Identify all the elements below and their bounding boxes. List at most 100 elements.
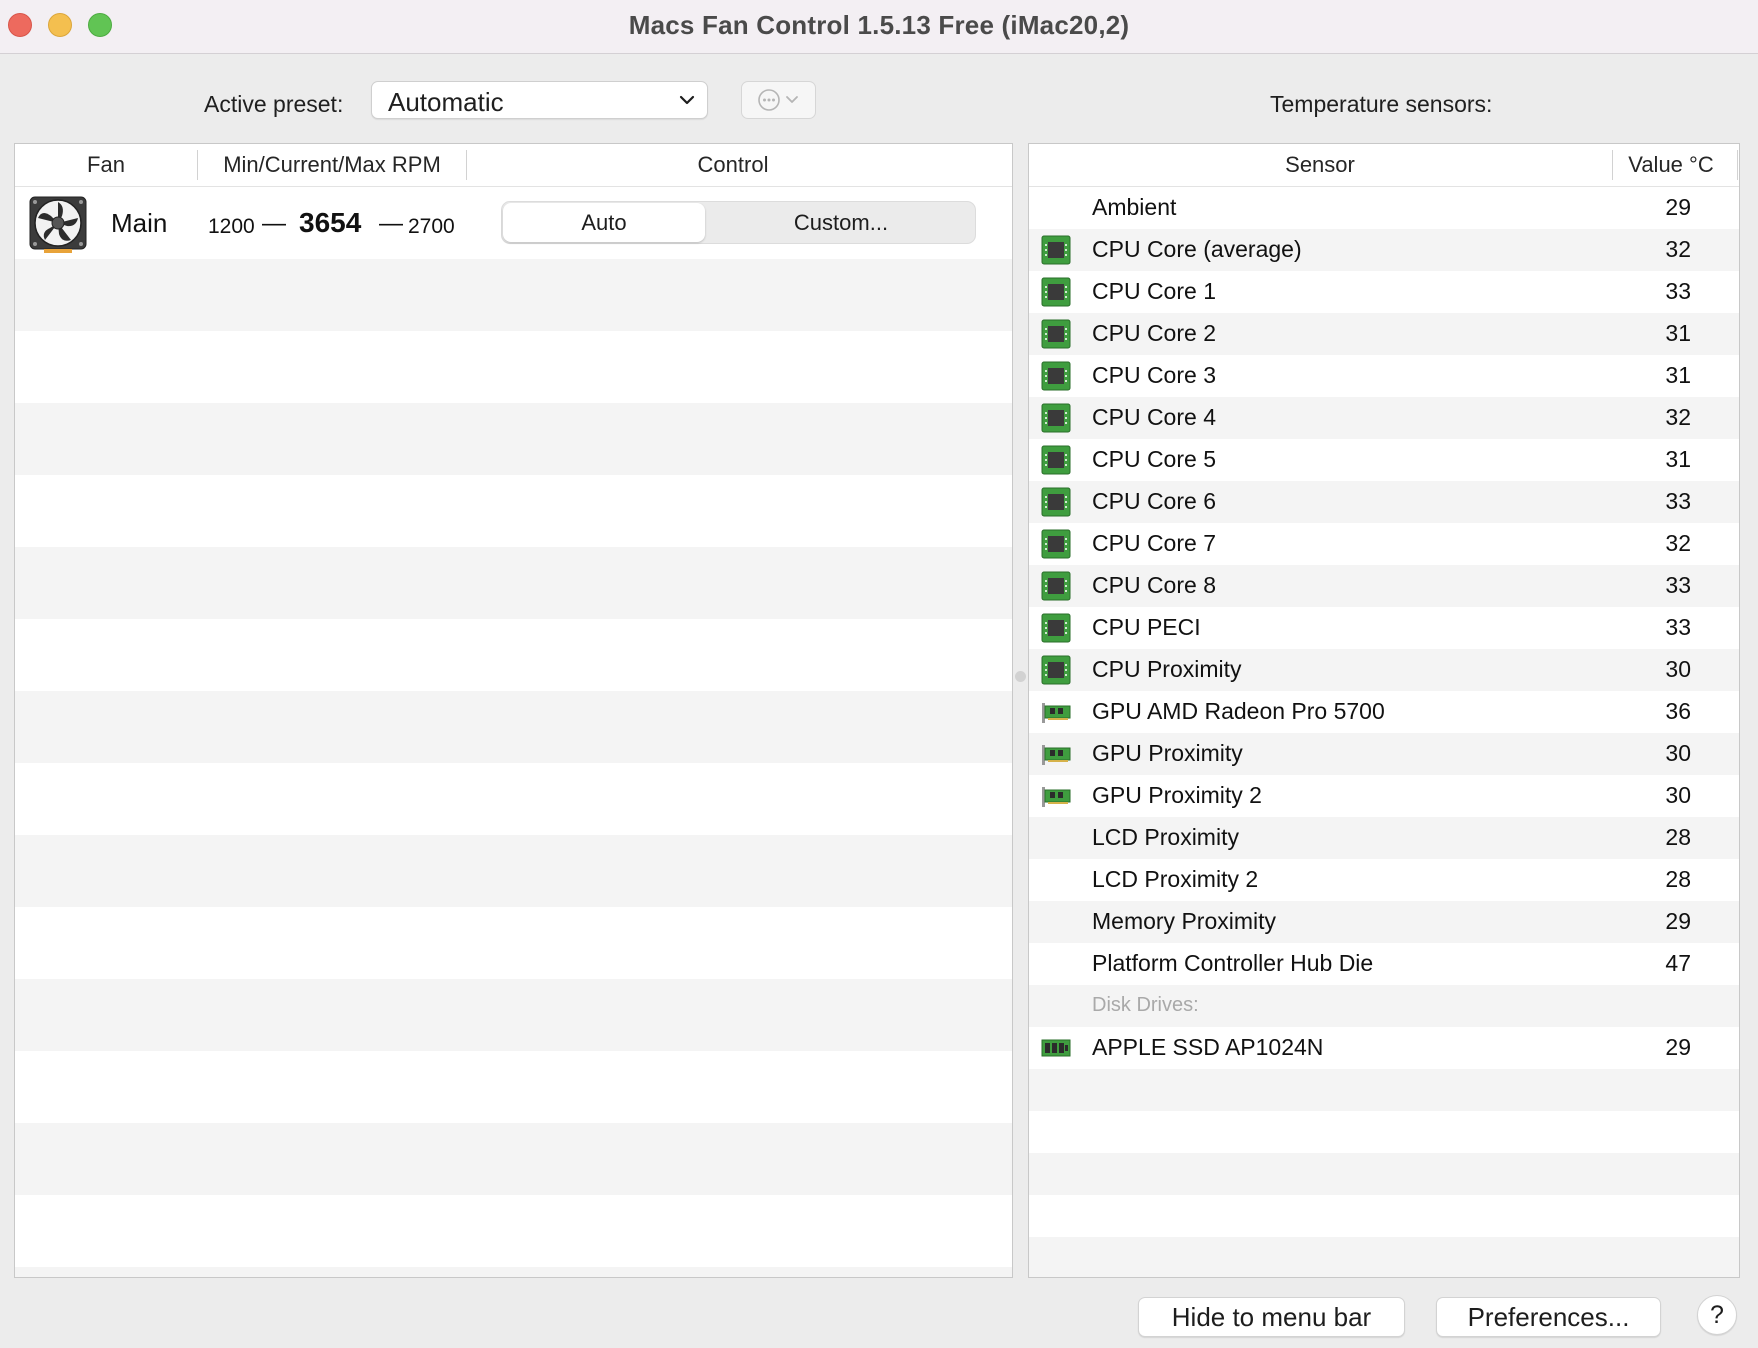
sensor-row[interactable]: GPU Proximity 2 30 — [1029, 775, 1739, 817]
sensor-name: CPU Core 3 — [1092, 362, 1216, 388]
cpu-chip-icon — [1041, 529, 1071, 559]
rpm-separator: — — [379, 210, 403, 237]
split-view-divider-handle[interactable] — [1015, 671, 1026, 682]
sensor-value: 32 — [1665, 530, 1691, 556]
sensor-value: 28 — [1665, 824, 1691, 850]
sensor-row[interactable]: CPU Core 8 33 — [1029, 565, 1739, 607]
fan-min-rpm: 1200 — [208, 215, 255, 238]
auto-control-button[interactable]: Auto — [503, 203, 705, 242]
sensor-row[interactable]: CPU Core 6 33 — [1029, 481, 1739, 523]
sensor-value: 33 — [1665, 572, 1691, 598]
cpu-chip-icon — [1041, 445, 1071, 475]
sensor-table-header: Sensor Value °C — [1029, 144, 1739, 187]
sensor-row[interactable]: CPU PECI 33 — [1029, 607, 1739, 649]
hide-to-menu-bar-button[interactable]: Hide to menu bar — [1138, 1297, 1405, 1337]
preset-select-value: Automatic — [388, 87, 504, 117]
sensor-name: CPU Core 2 — [1092, 320, 1216, 346]
sensor-name: CPU Core 5 — [1092, 446, 1216, 472]
sensor-value: 28 — [1665, 866, 1691, 892]
sensor-row[interactable]: LCD Proximity 2 28 — [1029, 859, 1739, 901]
sensor-group-row: Disk Drives: — [1029, 985, 1739, 1027]
fan-row-main[interactable]: Main 1200 — 3654 — 2700 Auto Custom... — [15, 187, 1012, 259]
sensor-value: 31 — [1665, 362, 1691, 388]
sensor-row[interactable]: CPU Core 1 33 — [1029, 271, 1739, 313]
sensor-value: 31 — [1665, 320, 1691, 346]
sensor-row[interactable]: CPU Core 2 31 — [1029, 313, 1739, 355]
fan-rows-background — [15, 187, 1012, 1277]
sensor-value: 30 — [1665, 740, 1691, 766]
sensor-table: Sensor Value °C Ambient 29 CPU Core (avera… — [1028, 143, 1740, 1278]
column-header-fan[interactable]: Fan — [15, 144, 197, 186]
sensor-row[interactable]: Ambient 29 — [1029, 187, 1739, 229]
sensor-row[interactable]: CPU Core (average) 32 — [1029, 229, 1739, 271]
fan-icon — [29, 196, 87, 253]
fan-max-rpm: 2700 — [408, 215, 455, 238]
sensor-name: CPU Proximity — [1092, 656, 1242, 682]
cpu-chip-icon — [1041, 403, 1071, 433]
sensor-name: CPU Core 6 — [1092, 488, 1216, 514]
window-title: Macs Fan Control 1.5.13 Free (iMac20,2) — [628, 10, 1130, 40]
sensor-name: LCD Proximity 2 — [1092, 866, 1259, 892]
temperature-sensors-title: Temperature sensors: — [1270, 91, 1493, 117]
column-divider — [1737, 150, 1738, 180]
column-header-value[interactable]: Value °C — [1613, 144, 1729, 186]
preset-actions-button[interactable] — [741, 81, 816, 119]
sensor-name: Memory Proximity — [1092, 908, 1277, 934]
sensor-row[interactable]: APPLE SSD AP1024N 29 — [1029, 1027, 1739, 1069]
sensor-name: CPU Core (average) — [1092, 236, 1302, 262]
chevron-down-icon — [679, 95, 695, 105]
cpu-chip-icon — [1041, 235, 1071, 265]
preset-select[interactable]: Automatic — [371, 81, 708, 119]
cpu-chip-icon — [1041, 655, 1071, 685]
column-divider — [1012, 150, 1013, 180]
help-button[interactable]: ? — [1697, 1295, 1737, 1335]
column-header-sensor[interactable]: Sensor — [1029, 144, 1611, 186]
title-bar: Macs Fan Control 1.5.13 Free (iMac20,2) — [0, 0, 1758, 54]
sensor-value: 30 — [1665, 782, 1691, 808]
sensor-row[interactable]: CPU Core 3 31 — [1029, 355, 1739, 397]
sensor-row[interactable]: Memory Proximity 29 — [1029, 901, 1739, 943]
ellipsis-circle-icon — [758, 89, 798, 111]
sensor-name: APPLE SSD AP1024N — [1092, 1034, 1324, 1060]
sensor-name: CPU Core 8 — [1092, 572, 1216, 598]
sensor-value: 36 — [1665, 698, 1691, 724]
sensor-row[interactable]: Platform Controller Hub Die 47 — [1029, 943, 1739, 985]
empty-row — [1029, 1237, 1739, 1277]
cpu-chip-icon — [1041, 277, 1071, 307]
sensor-row[interactable]: GPU AMD Radeon Pro 5700 36 — [1029, 691, 1739, 733]
sensor-value: 47 — [1665, 950, 1691, 976]
empty-row — [1029, 1111, 1739, 1153]
sensor-name: Platform Controller Hub Die — [1092, 950, 1374, 976]
sensor-row[interactable]: LCD Proximity 28 — [1029, 817, 1739, 859]
cpu-chip-icon — [1041, 571, 1071, 601]
sensor-row[interactable]: CPU Proximity 30 — [1029, 649, 1739, 691]
empty-row — [1029, 1153, 1739, 1195]
fan-table: Fan Min/Current/Max RPM Control Main 120… — [14, 143, 1013, 1278]
sensor-value: 33 — [1665, 614, 1691, 640]
gpu-card-icon — [1041, 739, 1071, 769]
gpu-card-icon — [1041, 781, 1071, 811]
sensor-name: GPU Proximity 2 — [1092, 782, 1262, 808]
empty-row — [1029, 1195, 1739, 1237]
custom-control-button[interactable]: Custom... — [708, 203, 974, 242]
sensor-name: LCD Proximity — [1092, 824, 1239, 850]
preferences-button[interactable]: Preferences... — [1436, 1297, 1661, 1337]
sensor-row[interactable]: CPU Core 4 32 — [1029, 397, 1739, 439]
sensor-name: CPU Core 4 — [1092, 404, 1216, 430]
sensor-value: 33 — [1665, 278, 1691, 304]
active-preset-label: Active preset: — [204, 91, 344, 117]
column-header-control[interactable]: Control — [467, 144, 999, 186]
sensor-value: 32 — [1665, 236, 1691, 262]
sensor-row[interactable]: GPU Proximity 30 — [1029, 733, 1739, 775]
sensor-name: CPU PECI — [1092, 614, 1201, 640]
sensor-list: Ambient 29 CPU Core (average) 32 CPU Core 1 3… — [1029, 187, 1739, 1277]
sensor-value: 29 — [1665, 908, 1691, 934]
sensor-value: 33 — [1665, 488, 1691, 514]
sensor-row[interactable]: CPU Core 5 31 — [1029, 439, 1739, 481]
fan-current-rpm: 3654 — [299, 207, 362, 238]
fan-table-header: Fan Min/Current/Max RPM Control — [15, 144, 1012, 187]
column-header-rpm[interactable]: Min/Current/Max RPM — [198, 144, 466, 186]
sensor-value: 29 — [1665, 194, 1691, 220]
cpu-chip-icon — [1041, 487, 1071, 517]
sensor-row[interactable]: CPU Core 7 32 — [1029, 523, 1739, 565]
